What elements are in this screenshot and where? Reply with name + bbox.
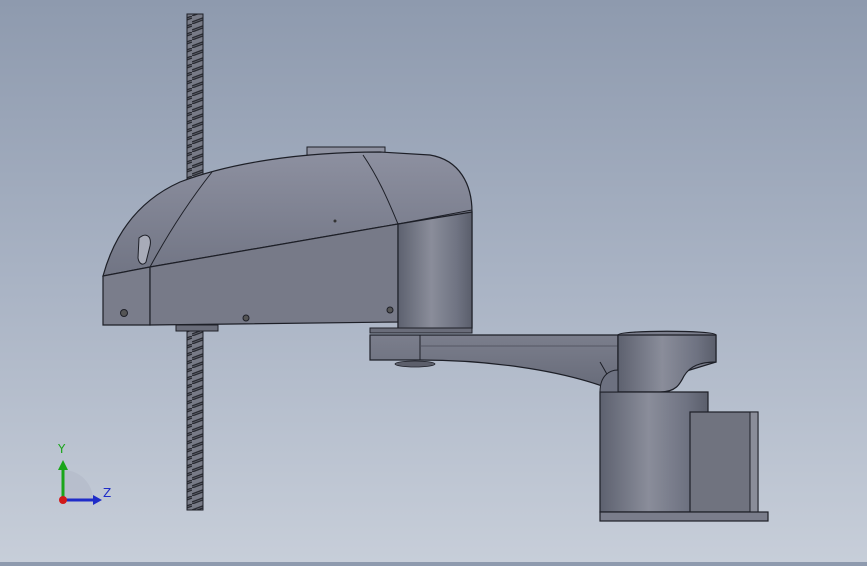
robot-base-column[interactable] <box>599 330 769 522</box>
triad-z-label: Z <box>103 486 112 500</box>
z-head-housing[interactable] <box>102 146 473 334</box>
origin-dot <box>59 496 67 504</box>
first-arm-link[interactable] <box>369 334 619 393</box>
orientation-triad <box>58 460 102 505</box>
triad-y-label: Y <box>58 442 66 456</box>
cad-viewport[interactable]: Y Z <box>0 0 867 562</box>
